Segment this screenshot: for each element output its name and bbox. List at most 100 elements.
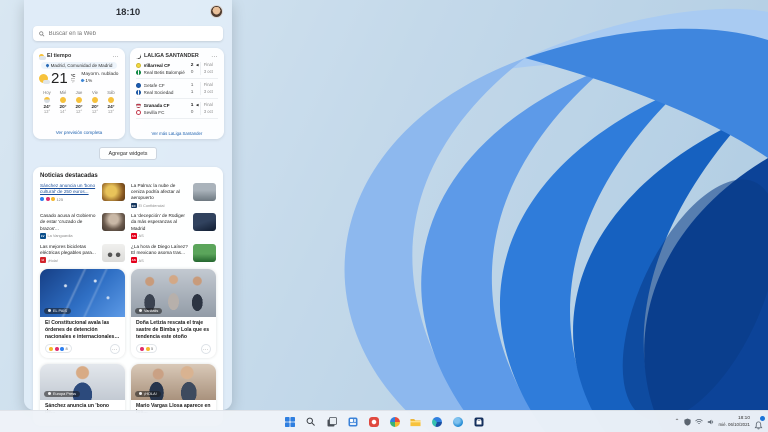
weather-full-forecast-link[interactable]: Ver previsión completa [33,130,125,135]
volume-icon[interactable] [707,418,715,426]
news-thumbnail [193,244,216,262]
precipitation-value: 1% [85,79,92,84]
news-source: ¡Hola! [48,258,58,263]
tray-chevron-icon[interactable]: ⌃ [674,418,679,425]
laliga-more-link[interactable]: Ver más LaLiga Santander [130,131,224,136]
card-image: Vanitatis [131,269,216,317]
news-feed: Noticias destacadas Sánchez anuncia un '… [33,167,223,426]
reactions[interactable]: 125 [40,197,99,202]
file-explorer-icon[interactable] [409,415,422,428]
current-temp: 21 [51,71,68,86]
news-thumbnail [102,213,125,231]
reaction-count: 8 [66,346,68,351]
taskbar-clock[interactable]: 18:10 mié. 06/10/2021 [719,416,751,427]
news-list-item[interactable]: Sánchez anuncia un 'bono cultural' de 25… [40,183,125,208]
match-row[interactable]: Getafe CF1 Real Sociedad1 Final3 oct [136,79,218,99]
unit-fahrenheit[interactable]: °F [71,79,76,84]
granada-crest-icon [136,103,141,108]
card-image: EL PAÍS [40,269,125,317]
source-pill: ¡HOLA! [135,391,161,397]
weather-location-label: Madrid, Comunidad de Madrid [51,63,113,68]
forecast-day[interactable]: Sáb24°13° [103,90,119,114]
unit-toggle[interactable]: °C °F [71,73,76,85]
defender-shield-icon[interactable] [684,418,691,426]
news-list-item[interactable]: Casado acusa al Gobierno de estar 'cruza… [40,213,125,238]
laliga-title: LALIGA SANTANDER [144,53,208,59]
reactions[interactable]: 8 [45,344,72,353]
news-title[interactable]: La Palma: la nube de ceniza podría afect… [131,183,190,201]
more-button[interactable]: ... [110,344,120,354]
news-list-item[interactable]: La Palma: la nube de ceniza podría afect… [131,183,216,208]
paint-icon[interactable] [388,415,401,428]
weather-cloud-icon [39,54,44,59]
edge-icon[interactable] [430,415,443,428]
news-source: El Confidencial [139,203,165,208]
news-title[interactable]: Casado acusa al Gobierno de estar 'cruza… [40,213,99,231]
laliga-menu-button[interactable]: ... [211,55,218,58]
current-weather-icon [39,74,48,83]
search-icon [39,31,45,37]
sunny-icon [76,97,82,103]
news-source: AS [139,258,144,263]
news-list-item[interactable]: ¿La hora de Diego Laínez? El mexicano as… [131,244,216,263]
more-button[interactable]: ... [201,344,211,354]
task-view-button[interactable] [325,415,338,428]
start-button[interactable] [283,415,296,428]
source-pill: Vanitatis [135,308,162,314]
news-title[interactable]: ¿La hora de Diego Laínez? El mexicano as… [131,244,190,256]
getafe-crest-icon [136,83,141,88]
sunny-icon [60,97,66,103]
card-title[interactable]: El Constitucional avala las órdenes de d… [45,320,120,341]
realsociedad-crest-icon [136,90,141,95]
card-image: ¡HOLA! [131,364,216,400]
network-icon[interactable] [695,418,703,425]
card-title[interactable]: Doña Letizia rescata el traje sastre de … [136,320,211,341]
store-icon[interactable] [472,415,485,428]
weather-widget[interactable]: El tiempo ... Madrid, Comunidad de Madri… [33,48,125,139]
search-input[interactable] [49,31,217,37]
tray-date: mié. 06/10/2021 [719,422,751,428]
sevilla-crest-icon [136,110,141,115]
source-badge: AS [131,233,137,239]
news-title[interactable]: Las mejores bicicletas eléctricas plegab… [40,244,99,256]
laliga-widget[interactable]: LALIGA SANTANDER ... Villarreal CF2◀ Rea… [130,48,224,139]
source-pill: EL PAÍS [44,308,71,314]
news-card[interactable]: Vanitatis Doña Letizia rescata el traje … [131,269,216,358]
news-list-item[interactable]: Las mejores bicicletas eléctricas plegab… [40,244,125,263]
weather-menu-button[interactable]: ... [112,55,119,58]
news-list-item[interactable]: La 'decepción' de Rüdiger da más esperan… [131,213,216,238]
forecast-day[interactable]: Hoy24°13° [39,90,55,114]
add-widgets-button[interactable]: Agregar widgets [99,147,158,160]
forecast-day[interactable]: Jue20°12° [71,90,87,114]
source-badge: LV [40,233,46,239]
taskbar: ⌃ 18:10 mié. 06/10/2021 [0,410,768,432]
reactions[interactable]: 5 [136,344,157,353]
photos-icon[interactable] [367,415,380,428]
user-avatar[interactable] [210,5,223,18]
source-badge: H [40,257,46,263]
match-status: Final3 oct [200,62,218,74]
weather-location[interactable]: Madrid, Comunidad de Madrid [41,62,118,69]
match-row[interactable]: Villarreal CF2◀ Real Betis Balompié0 Fin… [136,59,218,79]
news-title[interactable]: La 'decepción' de Rüdiger da más esperan… [131,213,190,231]
match-status: Final3 oct [200,82,218,94]
news-card[interactable]: EL PAÍS El Constitucional avala las órde… [40,269,125,358]
source-badge: EC [131,203,137,209]
notification-badge [760,416,765,421]
reaction-count: 125 [57,197,64,202]
search-bar[interactable] [33,26,223,41]
sunny-icon [92,97,98,103]
forecast-day[interactable]: Vie20°12° [87,90,103,114]
news-source: La Vanguardia [48,233,73,238]
betis-crest-icon [136,70,141,75]
notification-bell-icon[interactable] [754,417,764,427]
search-button[interactable] [304,415,317,428]
skype-icon[interactable] [451,415,464,428]
news-title[interactable]: Sánchez anuncia un 'bono cultural' de 25… [40,183,99,195]
card-image: Europa Press [40,364,125,400]
news-thumbnail [102,183,125,201]
forecast-day[interactable]: Mié20°14° [55,90,71,114]
source-badge: AS [131,257,137,263]
match-row[interactable]: Granada CF1◀ Sevilla FC0 Final3 oct [136,99,218,119]
widgets-button[interactable] [346,415,359,428]
